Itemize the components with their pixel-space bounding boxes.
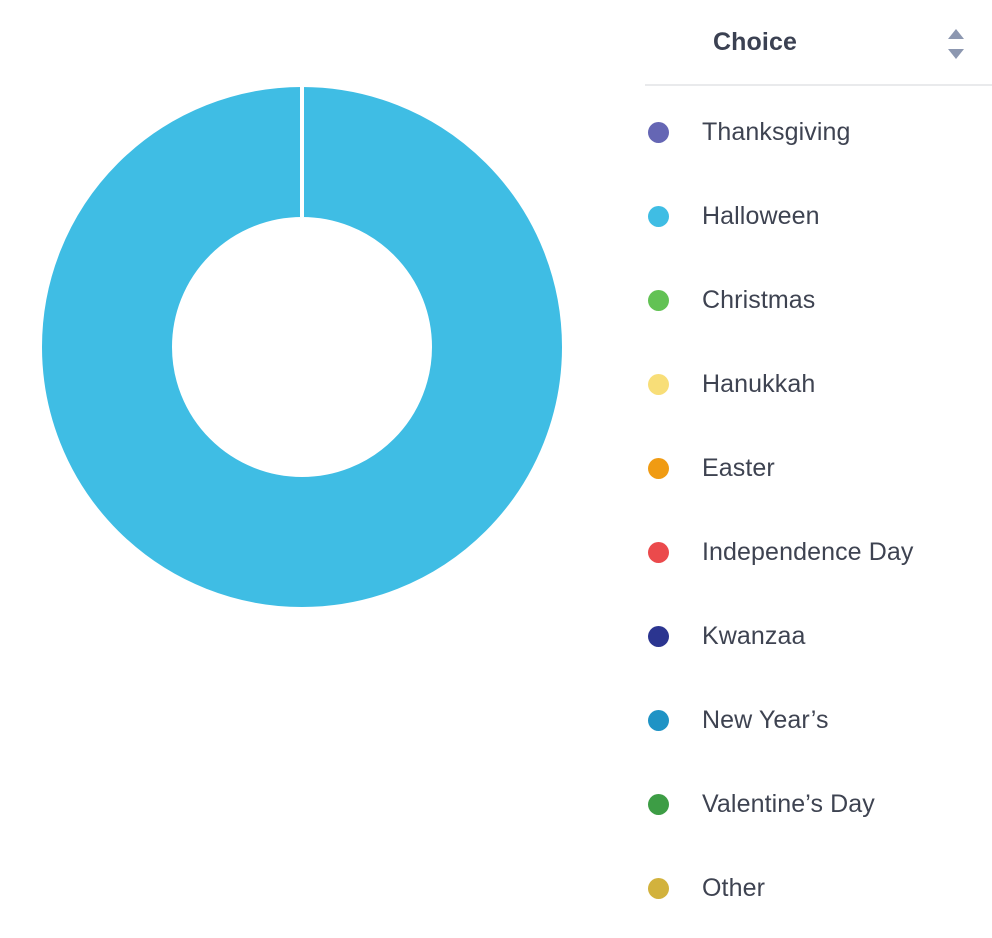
legend-color-dot: [648, 709, 669, 731]
sort-ascending-icon[interactable]: [948, 29, 964, 39]
legend-item-valentines-day[interactable]: Valentine’s Day: [620, 762, 992, 846]
legend-item-halloween[interactable]: Halloween: [620, 174, 992, 258]
legend-item-hanukkah[interactable]: Hanukkah: [620, 342, 992, 426]
legend-item-label: Kwanzaa: [702, 621, 806, 650]
legend-item-label: New Year’s: [702, 705, 829, 734]
legend-color-dot: [648, 793, 669, 815]
legend-color-dot: [648, 457, 669, 479]
legend-item-easter[interactable]: Easter: [620, 426, 992, 510]
legend-item-independence-day[interactable]: Independence Day: [620, 510, 992, 594]
legend-pane: Choice Thanksgiving Halloween Christmas …: [620, 0, 992, 938]
legend-item-label: Hanukkah: [702, 369, 816, 398]
sort-descending-icon[interactable]: [948, 49, 964, 59]
legend-color-dot: [648, 121, 669, 143]
legend-divider: [645, 84, 992, 86]
donut-chart-svg: 100%: [42, 87, 562, 607]
legend-item-kwanzaa[interactable]: Kwanzaa: [620, 594, 992, 678]
donut-chart: 100%: [42, 87, 562, 607]
legend-item-label: Valentine’s Day: [702, 789, 875, 818]
legend-list: Thanksgiving Halloween Christmas Hanukka…: [620, 90, 992, 930]
legend-item-label: Easter: [702, 453, 775, 482]
legend-item-label: Halloween: [702, 201, 820, 230]
legend-color-dot: [648, 289, 669, 311]
legend-item-christmas[interactable]: Christmas: [620, 258, 992, 342]
legend-item-label: Christmas: [702, 285, 816, 314]
legend-item-thanksgiving[interactable]: Thanksgiving: [620, 90, 992, 174]
legend-item-label: Independence Day: [702, 537, 914, 566]
legend-color-dot: [648, 541, 669, 563]
sort-updown-icon[interactable]: [945, 29, 967, 59]
legend-color-dot: [648, 205, 669, 227]
slice-percent-label: 100%: [267, 386, 337, 416]
legend-header: Choice: [645, 0, 992, 85]
legend-item-label: Other: [702, 873, 766, 902]
legend-item-new-years[interactable]: New Year’s: [620, 678, 992, 762]
chart-pane: 100%: [0, 0, 620, 938]
legend-color-dot: [648, 877, 669, 899]
legend-color-dot: [648, 373, 669, 395]
legend-item-label: Thanksgiving: [702, 117, 851, 146]
legend-header-title: Choice: [713, 28, 797, 56]
donut-chart-page: 100% Choice Thanksgiving Halloween Chris…: [0, 0, 992, 938]
legend-item-other[interactable]: Other: [620, 846, 992, 930]
legend-color-dot: [648, 625, 669, 647]
